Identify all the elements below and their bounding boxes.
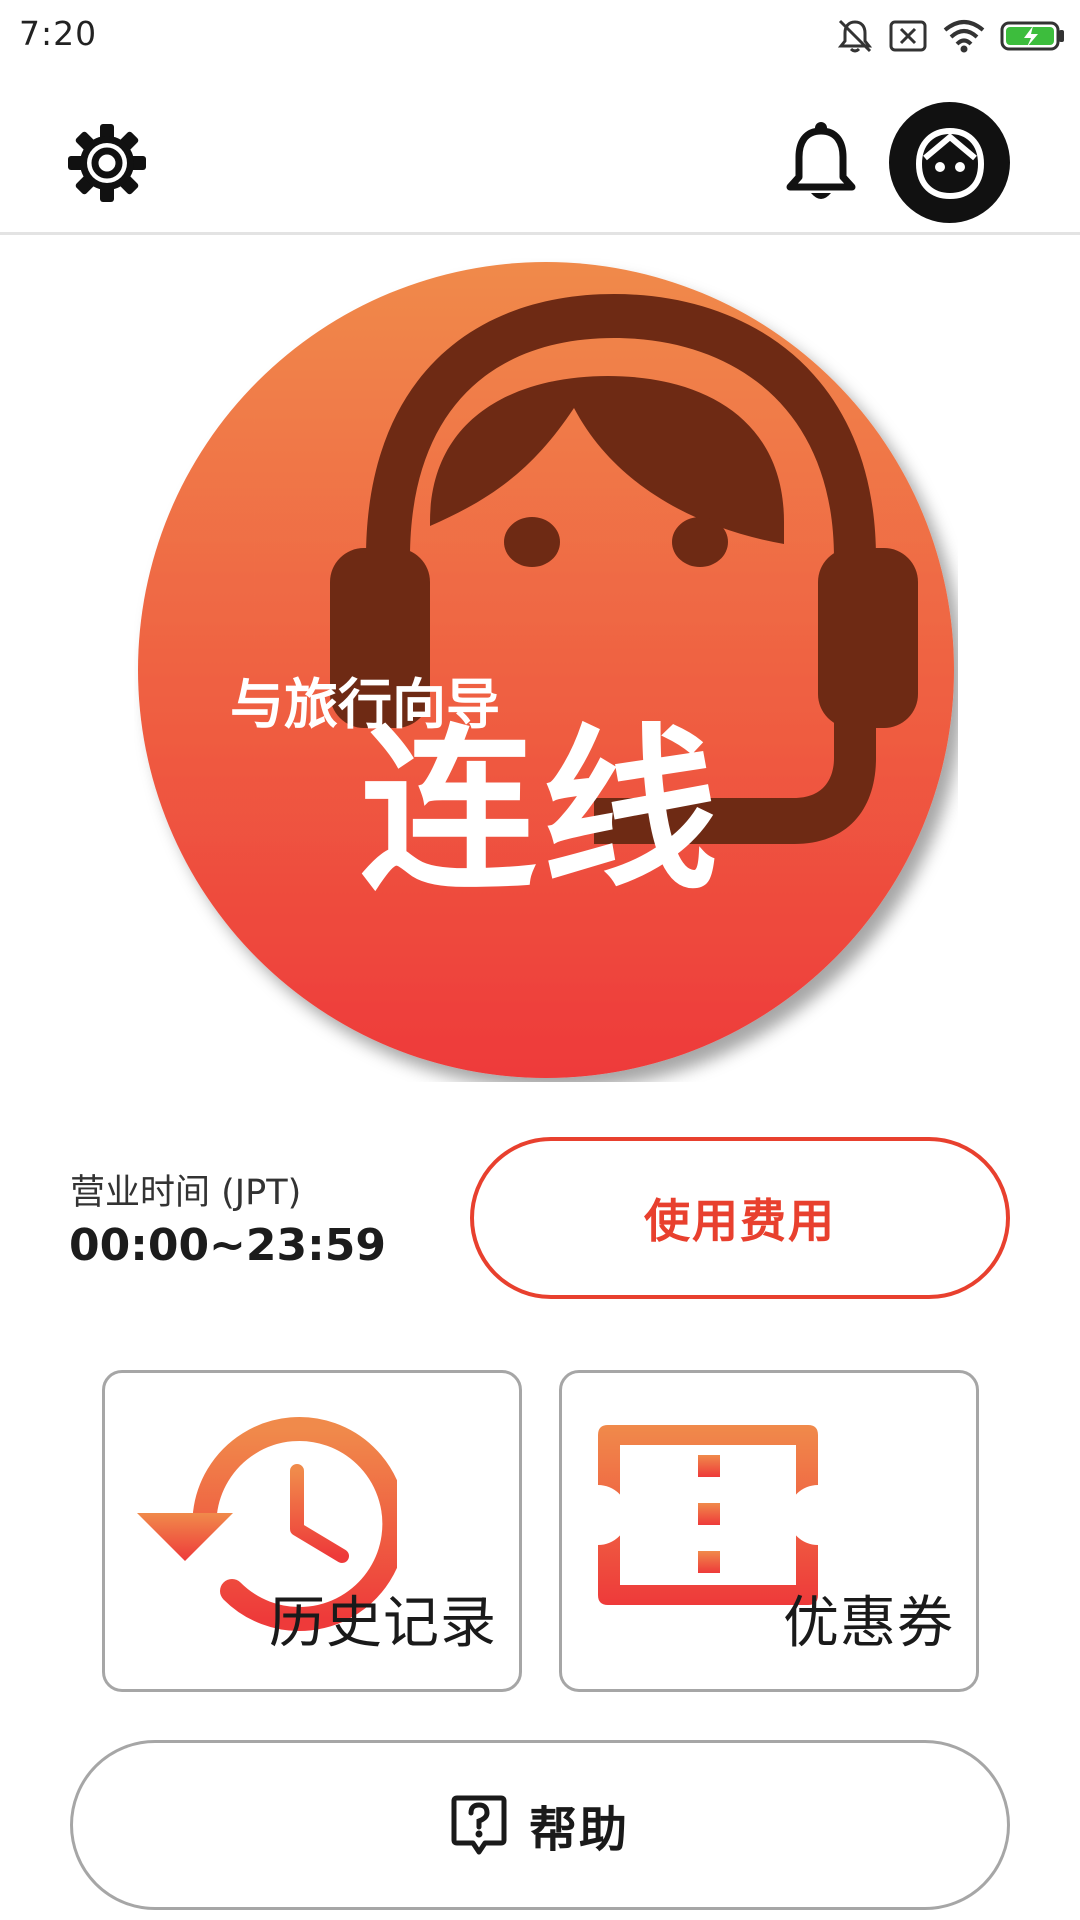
battery-charging-icon (1000, 21, 1064, 51)
coupon-label: 优惠券 (783, 1591, 954, 1656)
history-label: 历史记录 (269, 1591, 497, 1656)
connect-guide-button[interactable]: 与旅行向导 连线 (134, 258, 958, 1082)
avatar-icon (915, 127, 984, 199)
top-toolbar (0, 72, 1080, 235)
notifications-button[interactable] (772, 114, 870, 212)
help-question-icon (451, 1795, 507, 1855)
bell-icon (786, 122, 856, 199)
history-tile[interactable]: 历史记录 (102, 1370, 522, 1692)
business-hours-value: 00:00~23:59 (69, 1220, 386, 1271)
status-bar: 7:20 (0, 0, 1080, 72)
notifications-muted-icon (837, 19, 873, 53)
help-label: 帮助 (528, 1802, 629, 1858)
business-hours-label: 营业时间 (JPT) (70, 1173, 302, 1213)
gear-icon (68, 124, 146, 202)
status-time: 7:20 (19, 14, 98, 53)
connect-title: 连线 (360, 709, 725, 914)
status-icons (836, 14, 1066, 58)
usage-fee-button[interactable]: 使用费用 (470, 1137, 1010, 1299)
wifi-icon (943, 20, 985, 53)
settings-button[interactable] (58, 114, 156, 212)
no-sim-icon (889, 20, 927, 52)
coupon-tile[interactable]: 优惠券 (559, 1370, 979, 1692)
usage-fee-label: 使用费用 (644, 1194, 836, 1248)
app-screen: 7:20 与旅行向导 连线 营业时间 (JPT) 00:00~23:59 使用费… (0, 0, 1080, 1920)
profile-avatar-button[interactable] (889, 102, 1010, 223)
help-button[interactable]: 帮助 (70, 1740, 1010, 1910)
